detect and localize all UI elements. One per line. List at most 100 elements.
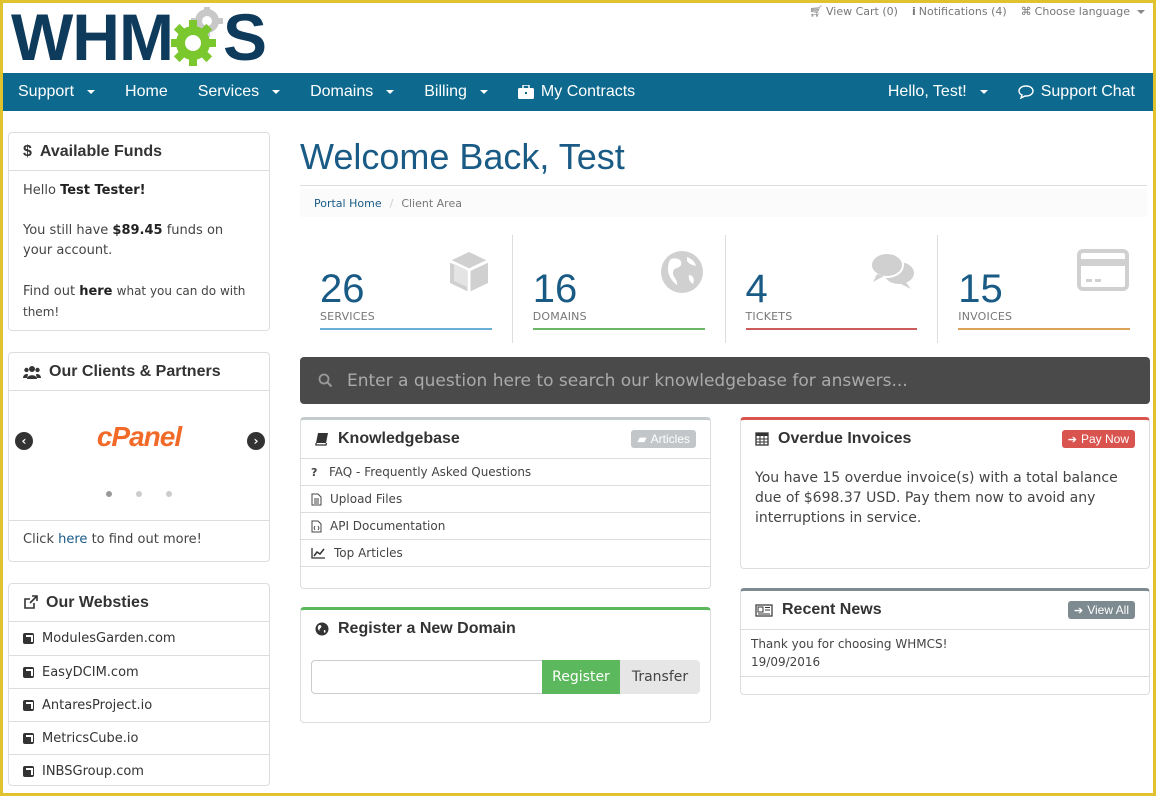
website-link[interactable]: EasyDCIM.com <box>9 655 269 688</box>
clients-partners-panel: Our Clients & Partners ‹ cPanel › Click … <box>8 352 270 562</box>
gear-logo-icon <box>169 5 225 67</box>
info-icon: i <box>911 5 916 18</box>
page-title: Welcome Back, Test <box>300 136 625 177</box>
here-link[interactable]: here <box>58 532 87 547</box>
stat-tile-domains[interactable]: 16 DOMAINS <box>511 235 725 343</box>
greeting-text: Hello Test Tester! <box>23 183 146 198</box>
articles-button[interactable]: ▰ Articles <box>631 430 696 448</box>
stat-value: 15 <box>958 267 1003 311</box>
carousel-next-button[interactable]: › <box>247 432 265 450</box>
external-link-square-icon <box>23 699 34 711</box>
website-link[interactable]: ModulesGarden.com <box>9 622 269 655</box>
knowledgebase-list: ? FAQ - Frequently Asked Questions Upload… <box>301 458 710 586</box>
caret-down-icon <box>979 90 988 94</box>
language-selector[interactable]: ⌘ Choose language <box>1021 5 1145 18</box>
stat-value: 16 <box>532 267 578 311</box>
nav-support[interactable]: Support <box>3 73 110 111</box>
news-date: 19/09/2016 <box>751 655 821 669</box>
find-out-text: Find out here what you can do with them! <box>23 284 246 319</box>
stat-underline <box>958 328 1130 330</box>
carousel-dot[interactable] <box>106 491 112 497</box>
chat-bubble-icon <box>1018 85 1034 99</box>
briefcase-icon <box>517 85 534 99</box>
caret-down-icon <box>386 90 395 94</box>
stat-label: INVOICES <box>958 310 1013 323</box>
nav-my-contracts[interactable]: My Contracts <box>503 73 650 111</box>
logo-text-right: S <box>222 0 267 74</box>
stat-tile-tickets[interactable]: 4 TICKETS <box>724 235 938 343</box>
overdue-message: You have 15 overdue invoice(s) with a to… <box>755 470 1118 526</box>
stat-value: 4 <box>745 267 768 311</box>
view-cart-link[interactable]: 🛒︎ View Cart (0) <box>809 5 898 18</box>
news-item[interactable]: Thank you for choosing WHMCS! 19/09/2016 <box>741 629 1149 676</box>
nav-home[interactable]: Home <box>110 73 183 111</box>
register-domain-card: Register a New Domain Register Transfer <box>300 607 711 723</box>
carousel-dot[interactable] <box>136 491 142 497</box>
external-link-square-icon <box>23 633 34 644</box>
stat-underline <box>532 328 705 330</box>
top-utility-bar: 🛒︎ View Cart (0) i Notifications (4) ⌘ C… <box>809 5 1145 18</box>
view-all-news-button[interactable]: ➔ View All <box>1067 601 1135 619</box>
pay-now-button[interactable]: ➔ Pay Now <box>1061 430 1135 448</box>
calculator-icon <box>755 432 769 446</box>
stat-label: TICKETS <box>745 310 793 323</box>
nav-domains[interactable]: Domains <box>295 73 409 111</box>
globe-icon <box>315 622 329 636</box>
carousel-dot[interactable] <box>166 491 172 497</box>
cube-icon <box>449 252 489 292</box>
external-link-square-icon <box>23 666 34 678</box>
file-text-icon <box>311 493 322 505</box>
website-link[interactable]: MetricsCube.io <box>9 721 269 754</box>
kb-item[interactable]: ? FAQ - Frequently Asked Questions <box>301 458 710 485</box>
title-divider <box>300 185 1147 186</box>
knowledgebase-search-input[interactable] <box>347 370 1132 391</box>
arrow-right-icon: ➔ <box>1067 433 1077 446</box>
main-navbar: Support Home Services Domains Billing My… <box>3 73 1153 111</box>
book-icon: ▰ <box>637 432 647 446</box>
panel-heading: Our Websties <box>9 584 269 622</box>
whmcs-logo[interactable]: WHM S <box>11 0 267 74</box>
panel-heading: Our Clients & Partners <box>9 353 269 391</box>
external-link-square-icon <box>23 732 34 744</box>
knowledgebase-search <box>300 357 1150 404</box>
stat-label: DOMAINS <box>532 310 587 323</box>
here-link[interactable]: here <box>79 284 112 299</box>
notifications-link[interactable]: i Notifications (4) <box>912 5 1007 18</box>
website-link[interactable]: INBSGroup.com <box>9 754 269 787</box>
website-link[interactable]: AntaresProject.io <box>9 688 269 721</box>
available-funds-panel: $ Available Funds Hello Test Tester! You… <box>8 132 270 331</box>
nav-support-chat[interactable]: Support Chat <box>1003 73 1153 111</box>
funds-amount: $89.45 <box>112 223 163 238</box>
caret-down-icon <box>272 90 281 94</box>
cpanel-logo[interactable]: cPanel <box>9 421 269 453</box>
kb-item[interactable]: API Documentation <box>301 512 710 539</box>
caret-down-icon <box>479 90 488 94</box>
websites-list: ModulesGarden.com EasyDCIM.com AntaresPr… <box>9 622 269 787</box>
dollar-icon: $ <box>23 142 32 160</box>
news-title: Thank you for choosing WHMCS! <box>751 637 948 651</box>
question-icon: ? <box>311 465 318 479</box>
kb-item[interactable]: Upload Files <box>301 485 710 512</box>
page: WHM S 🛒︎ View Cart (0) i Notifications (… <box>3 3 1153 793</box>
breadcrumb-portal-home[interactable]: Portal Home <box>314 197 382 210</box>
external-link-icon <box>24 595 38 609</box>
nav-billing[interactable]: Billing <box>409 73 503 111</box>
our-websites-panel: Our Websties ModulesGarden.com EasyDCIM.… <box>8 583 270 786</box>
stat-tile-invoices[interactable]: 15 INVOICES <box>937 235 1150 343</box>
cart-icon: 🛒︎ <box>809 5 824 18</box>
partners-footer: Click here to find out more! <box>23 532 202 547</box>
register-button[interactable]: Register <box>542 660 620 694</box>
domain-search-form: Register Transfer <box>311 660 700 694</box>
newspaper-icon <box>755 603 773 617</box>
line-chart-icon <box>311 548 325 559</box>
comments-icon <box>870 252 915 289</box>
domain-input[interactable] <box>311 660 542 694</box>
nav-services[interactable]: Services <box>183 73 295 111</box>
stat-tile-services[interactable]: 26 SERVICES <box>300 235 512 343</box>
transfer-button[interactable]: Transfer <box>620 660 700 694</box>
kb-item[interactable]: Top Articles <box>301 539 710 566</box>
arrow-right-icon: ➔ <box>1073 604 1084 617</box>
nav-user-menu[interactable]: Hello, Test! <box>873 73 1003 111</box>
overdue-invoices-card: Overdue Invoices ➔ Pay Now You have 15 o… <box>740 417 1150 569</box>
caret-down-icon <box>87 90 96 94</box>
